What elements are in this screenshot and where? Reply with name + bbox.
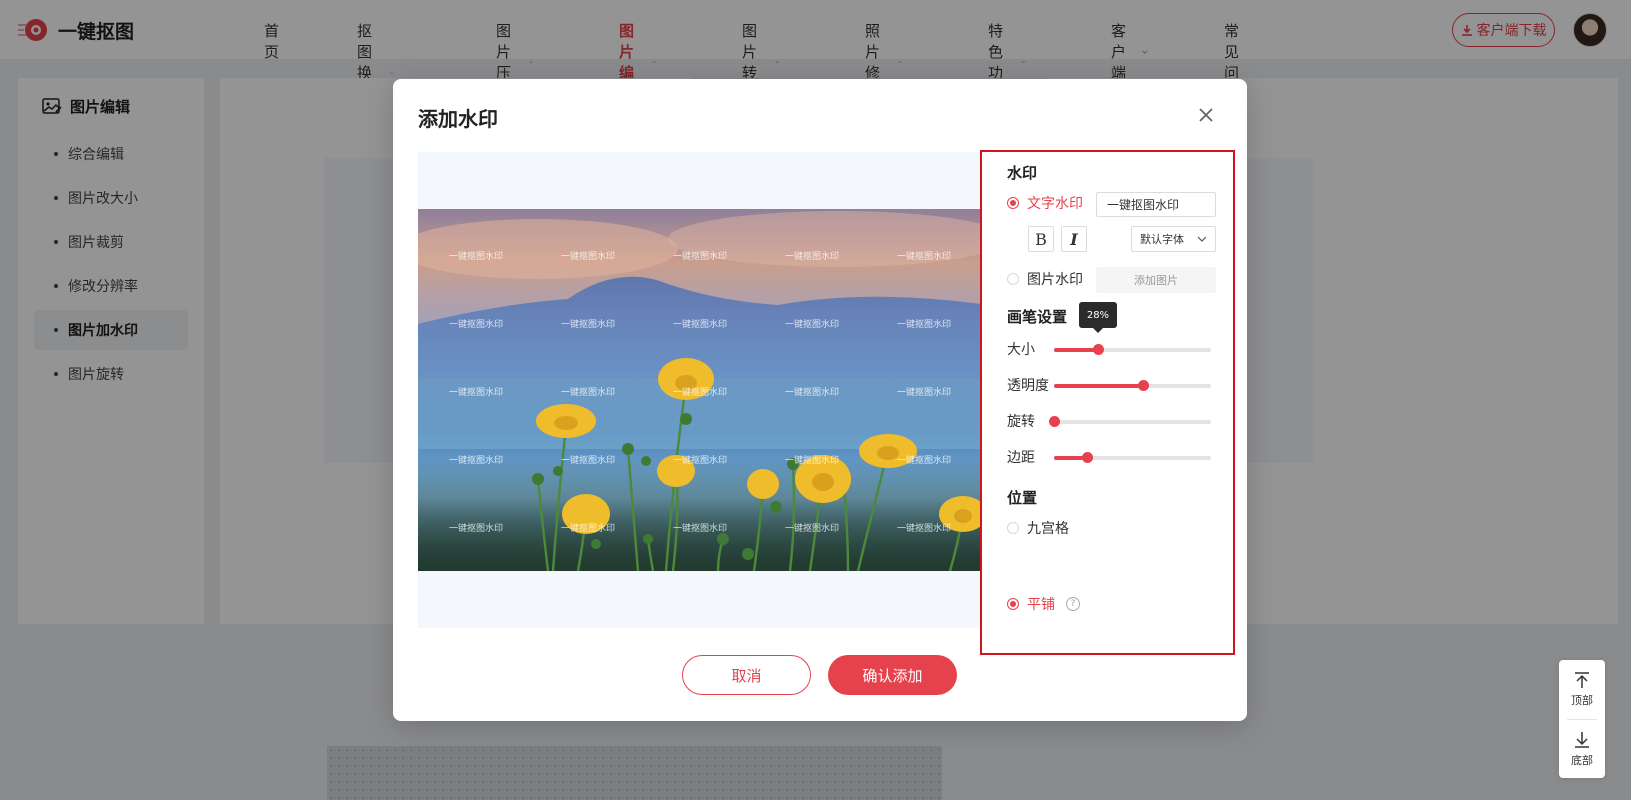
preview-image: 一键抠图水印 一键抠图水印 一键抠图水印 一键抠图水印 一键抠图水印 一键抠图水印 一键抠图… [418, 209, 981, 571]
watermark-text: 一键抠图水印 [897, 388, 952, 398]
slider-fill [1054, 348, 1098, 352]
close-icon[interactable] [1196, 105, 1216, 125]
back-to-top-button[interactable]: 顶部 [1559, 660, 1605, 718]
watermark-text: 一键抠图水印 [897, 456, 952, 466]
watermark-text: 一键抠图水印 [897, 320, 952, 330]
slider-track[interactable] [1049, 416, 1211, 427]
watermark-text: 一键抠图水印 [785, 252, 840, 262]
go-to-bottom-label: 底部 [1571, 753, 1593, 767]
go-to-bottom-button[interactable]: 底部 [1559, 720, 1605, 778]
slider-label: 透明度 [1007, 378, 1049, 394]
floating-tools: 顶部 底部 [1559, 660, 1605, 778]
watermark-section-title: 水印 [1007, 164, 1038, 182]
bold-button[interactable]: B [1028, 226, 1054, 252]
slider-label: 边距 [1007, 450, 1035, 466]
arrow-down-icon [1575, 731, 1589, 748]
slider-handle[interactable] [1092, 344, 1104, 355]
slider-handle[interactable] [1049, 416, 1060, 427]
image-watermark-radio[interactable] [1007, 273, 1019, 285]
slider-fill [1054, 384, 1144, 388]
tile-position-label[interactable]: 平铺 [1027, 594, 1055, 614]
watermark-text: 一键抠图水印 [449, 456, 504, 466]
slider-track[interactable]: 28% [1054, 302, 1211, 355]
arrow-up-icon [1575, 671, 1589, 688]
watermark-preview: 一键抠图水印 一键抠图水印 一键抠图水印 一键抠图水印 一键抠图水印 一键抠图水印 一键抠图… [418, 152, 981, 628]
grid-position-radio[interactable] [1007, 522, 1019, 534]
watermark-text-input[interactable] [1096, 192, 1216, 217]
watermark-text: 一键抠图水印 [785, 388, 840, 398]
grid-position-label[interactable]: 九宫格 [1027, 518, 1069, 538]
slider-label: 旋转 [1007, 414, 1035, 430]
dialog-title: 添加水印 [418, 107, 498, 131]
slider-handle[interactable] [1081, 452, 1093, 463]
watermark-text: 一键抠图水印 [897, 524, 952, 534]
watermark-text: 一键抠图水印 [785, 320, 840, 330]
image-watermark-label[interactable]: 图片水印 [1027, 269, 1083, 289]
slider-value-tooltip: 28% [1078, 302, 1117, 333]
watermark-text: 一键抠图水印 [673, 252, 728, 262]
watermark-text: 一键抠图水印 [561, 320, 616, 330]
confirm-add-button[interactable]: 确认添加 [828, 655, 957, 695]
help-icon[interactable]: ? [1066, 597, 1080, 611]
font-select[interactable]: 默认字体 [1131, 226, 1216, 252]
watermark-text: 一键抠图水印 [449, 320, 504, 330]
watermark-text: 一键抠图水印 [561, 388, 616, 398]
watermark-text: 一键抠图水印 [561, 456, 616, 466]
text-watermark-radio[interactable] [1007, 197, 1019, 209]
watermark-text: 一键抠图水印 [449, 524, 504, 534]
watermark-text: 一键抠图水印 [561, 252, 616, 262]
tile-position-radio[interactable] [1007, 598, 1019, 610]
watermark-text: 一键抠图水印 [561, 524, 616, 534]
cancel-button[interactable]: 取消 [682, 655, 811, 695]
watermark-text: 一键抠图水印 [785, 456, 840, 466]
position-section-title: 位置 [1007, 489, 1038, 507]
text-watermark-label[interactable]: 文字水印 [1027, 193, 1083, 213]
watermark-text: 一键抠图水印 [449, 252, 504, 262]
brush-section-title: 画笔设置 [1007, 308, 1068, 326]
add-watermark-dialog: 添加水印 一键抠图水印 一键抠图水印 一键抠图水印 一键抠图水印 一键抠图水印 … [393, 79, 1247, 721]
watermark-text: 一键抠图水印 [673, 320, 728, 330]
watermark-text: 一键抠图水印 [785, 524, 840, 534]
slider-label: 大小 [1007, 342, 1035, 358]
watermark-text: 一键抠图水印 [673, 456, 728, 466]
slider-track[interactable] [1054, 452, 1211, 463]
font-select-value: 默认字体 [1140, 233, 1184, 246]
watermark-settings-panel: 水印 文字水印 B I 默认字体 图片水印 添加图片 画笔设置 大小 28% 透明度… [980, 150, 1235, 655]
add-image-button[interactable]: 添加图片 [1096, 267, 1216, 293]
watermark-text: 一键抠图水印 [897, 252, 952, 262]
italic-button[interactable]: I [1061, 226, 1087, 252]
chevron-down-icon [1197, 236, 1207, 242]
slider-handle[interactable] [1138, 380, 1150, 391]
back-to-top-label: 顶部 [1571, 693, 1593, 707]
watermark-text: 一键抠图水印 [449, 388, 504, 398]
slider-track[interactable] [1054, 380, 1211, 391]
watermark-text: 一键抠图水印 [673, 524, 728, 534]
watermark-text: 一键抠图水印 [673, 388, 728, 398]
